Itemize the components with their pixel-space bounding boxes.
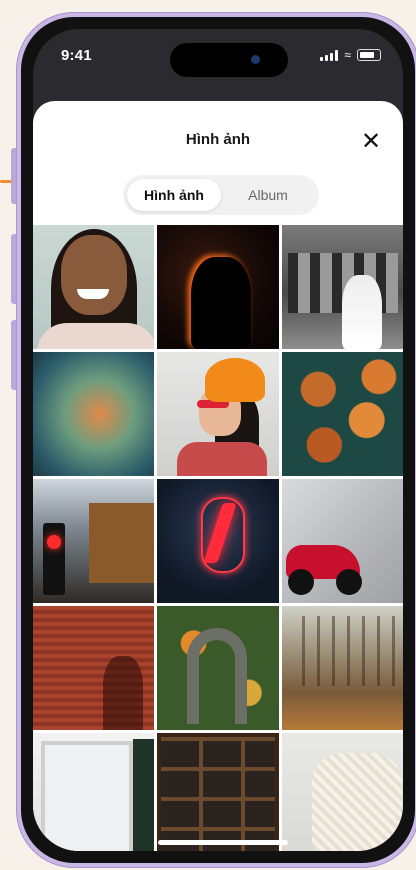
close-icon: ✕: [360, 127, 382, 155]
photo-autumn-forest-icon: [289, 616, 400, 686]
status-icons: ≈: [320, 49, 381, 61]
photo-dark-silhouette-icon: [191, 257, 252, 349]
dynamic-island: [170, 43, 288, 77]
photo-tile-9[interactable]: [281, 479, 403, 603]
photo-tile-6[interactable]: [281, 352, 403, 476]
photo-knit-chair-icon: [311, 753, 402, 851]
camera-icon: [251, 55, 260, 64]
photo-aerial-road-icon: [187, 628, 248, 724]
photo-picker-sheet: Hình ảnh ✕ Hình ảnh Album: [33, 101, 403, 851]
photo-traffic-light-icon: [89, 503, 155, 583]
photo-tile-11[interactable]: [157, 606, 279, 730]
photo-window-door-icon: [41, 741, 133, 851]
photo-red-brick-wall-icon: [103, 656, 143, 730]
home-indicator[interactable]: [158, 840, 288, 845]
photo-tile-13[interactable]: [33, 733, 155, 851]
phone-screen: 9:41 ≈ Hình ảnh ✕ Hình ảnh Album: [33, 29, 403, 851]
photo-tile-15[interactable]: [281, 733, 403, 851]
signal-icon: [320, 49, 339, 61]
status-time: 9:41: [61, 47, 92, 64]
photo-tile-7[interactable]: [33, 479, 155, 603]
photo-tile-3[interactable]: [281, 225, 403, 349]
segment-album[interactable]: Album: [221, 179, 315, 211]
photo-tile-1[interactable]: [33, 225, 155, 349]
photo-grid: [33, 225, 403, 851]
photo-tile-5[interactable]: [157, 352, 279, 476]
phone-bezel: 9:41 ≈ Hình ảnh ✕ Hình ảnh Album: [21, 17, 415, 863]
photo-tile-2[interactable]: [157, 225, 279, 349]
photo-tile-4[interactable]: [33, 352, 155, 476]
segmented-control: Hình ảnh Album: [123, 175, 319, 215]
battery-icon: [357, 49, 381, 61]
phone-frame: 9:41 ≈ Hình ảnh ✕ Hình ảnh Album: [16, 12, 416, 868]
photo-tile-14[interactable]: [157, 733, 279, 851]
sheet-title: Hình ảnh: [185, 131, 251, 148]
wifi-icon: ≈: [344, 48, 351, 62]
status-bar: 9:41 ≈: [33, 29, 403, 101]
close-button[interactable]: ✕: [357, 127, 385, 155]
photo-tile-10[interactable]: [33, 606, 155, 730]
photo-tile-12[interactable]: [281, 606, 403, 730]
segment-photos[interactable]: Hình ảnh: [127, 179, 221, 211]
photo-tile-8[interactable]: [157, 479, 279, 603]
